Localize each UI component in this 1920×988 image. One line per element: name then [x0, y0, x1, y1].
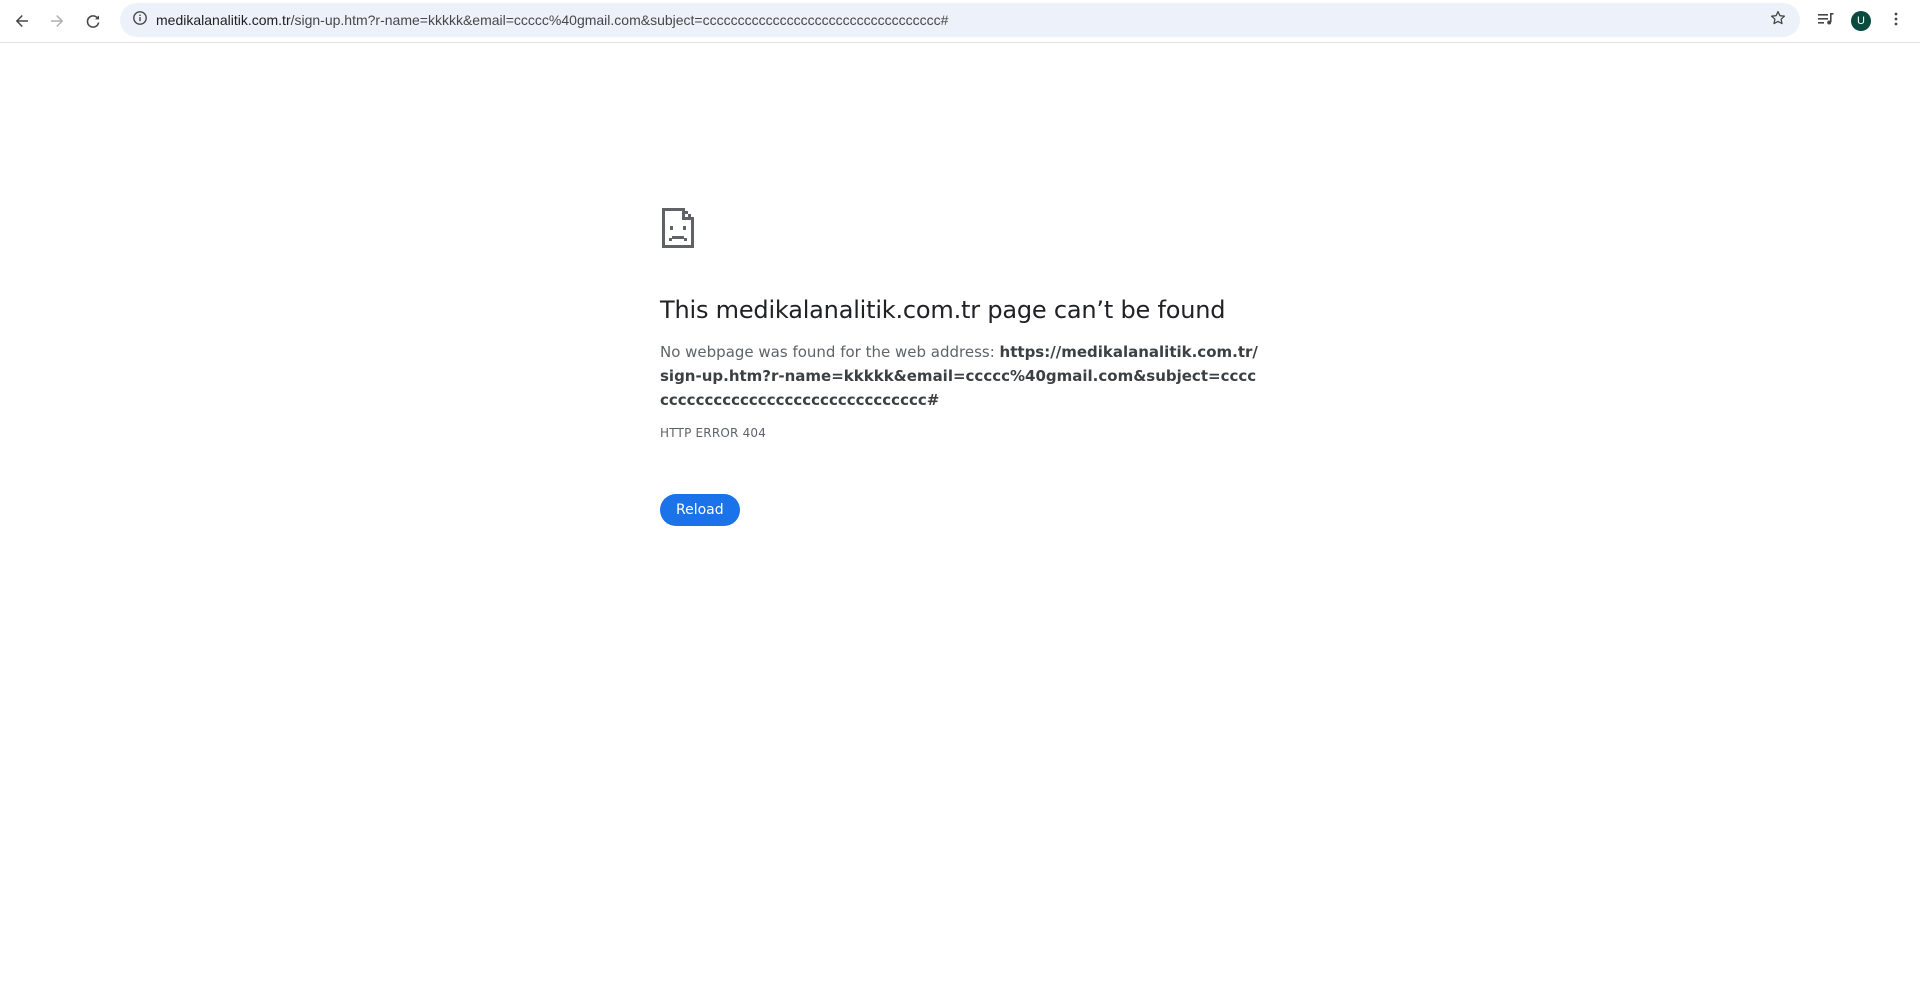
- error-page: This medikalanalitik.com.tr page can’t b…: [660, 206, 1260, 526]
- url-text[interactable]: medikalanalitik.com.tr/sign-up.htm?r-nam…: [156, 3, 1736, 37]
- arrow-right-icon: [49, 13, 65, 29]
- star-icon: [1770, 10, 1786, 31]
- menu-button[interactable]: [1880, 5, 1912, 37]
- browser-toolbar: medikalanalitik.com.tr/sign-up.htm?r-nam…: [0, 0, 1920, 43]
- reload-toolbar-button[interactable]: [77, 5, 109, 37]
- media-controls-button[interactable]: [1810, 5, 1842, 37]
- error-code: HTTP ERROR 404: [660, 426, 767, 440]
- error-description: No webpage was found for the web address…: [660, 340, 1260, 412]
- playlist-icon: [1817, 11, 1835, 32]
- address-bar[interactable]: medikalanalitik.com.tr/sign-up.htm?r-nam…: [120, 3, 1800, 37]
- profile-button[interactable]: U: [1845, 5, 1877, 37]
- refresh-icon: [85, 13, 101, 29]
- more-vert-icon: [1888, 11, 1904, 32]
- sad-page-icon: [660, 206, 696, 250]
- url-host: medikalanalitik.com.tr: [156, 12, 291, 28]
- url-path: /sign-up.htm?r-name=kkkkk&email=ccccc%40…: [290, 12, 949, 28]
- reload-button[interactable]: Reload: [660, 494, 740, 526]
- arrow-left-icon: [14, 13, 30, 29]
- info-icon: [132, 10, 148, 31]
- bookmark-button[interactable]: [1764, 6, 1792, 34]
- back-button[interactable]: [6, 5, 38, 37]
- forward-button[interactable]: [41, 5, 73, 37]
- error-headline: This medikalanalitik.com.tr page can’t b…: [660, 296, 1226, 324]
- avatar: U: [1851, 11, 1871, 31]
- site-info-button[interactable]: [126, 6, 154, 34]
- error-description-text: No webpage was found for the web address…: [660, 343, 1000, 361]
